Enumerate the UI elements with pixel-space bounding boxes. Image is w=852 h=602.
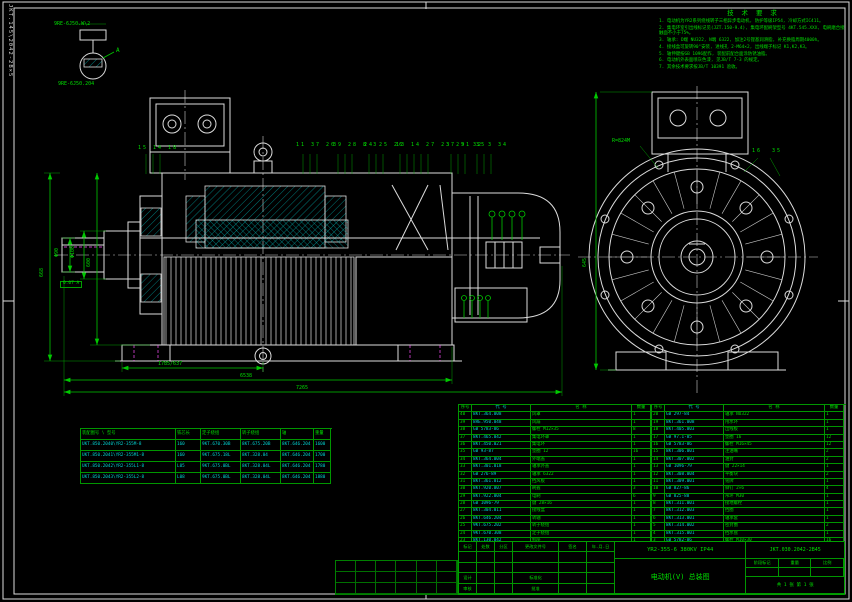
drawing-name: 电动机(V) 总装图 <box>615 559 745 594</box>
parts-row: 35 GB 93-87 垫圈 12 16 <box>459 449 652 456</box>
title-block: 标记 处数 分区 更改文件号 签名 年.月.日 设计 标准化 审核 批准 YR2… <box>458 541 845 595</box>
terminal-studs <box>462 296 491 319</box>
parts-row: 17 GB 97.1-85 垫圈 16 12 <box>652 435 846 442</box>
title-block-right: JKT.030.2042-2B45 阶段标记 重量 比例 共 1 张 第 1 张 <box>746 542 844 594</box>
parts-row: 31 8KT.361.012 挡风板 1 <box>459 479 652 486</box>
parts-row: 5 8KT.314.002 密封圈 2 <box>652 523 846 530</box>
dim-bottom-1: 1785/637 <box>158 362 182 367</box>
note-line: 1. 电动机为YR2系列绕线转子三相异步电动机, 防护等级IP54, 冷却方式I… <box>659 19 847 25</box>
parts-row: 9 GB 825-88 吊环 M30 1 <box>652 494 846 501</box>
dim-shaft-dia1: Φ90 <box>55 248 60 257</box>
balloon-group-2: 11 37 20 <box>296 143 336 148</box>
parts-table-left: 序号 代 号 名 称 数量 40 8KT.364.008 风罩 1 39 8RE… <box>458 404 652 560</box>
detail-code-top: 9RE-6J50.W\2 <box>54 22 90 27</box>
parts-row: 15 8KT.306.001 注油嘴 2 <box>652 449 846 456</box>
side-view <box>55 90 570 372</box>
detail-view <box>78 24 114 79</box>
dim-height-600: 600 <box>87 258 92 267</box>
parts-header-right: 序号 代 号 名 称 数量 <box>652 405 846 412</box>
cad-sheet: JKT.145\2042-2B×5 9RE-6J50.W\2 9RE-6J50.… <box>0 0 852 602</box>
revision-strip <box>335 560 458 595</box>
model-table: 装配图号 \ 型号 铁芯长 定子绕组 转子绕组 轴 重量 UKT.850.204… <box>80 428 332 484</box>
dim-height-668: 668 <box>40 268 45 277</box>
parts-row: 39 8RE.950.048 风扇 1 <box>459 420 652 427</box>
dim-shaft-dia2: Φ100 <box>71 246 76 258</box>
balloon-group-8: 16 35 <box>752 149 782 154</box>
parts-row: 40 8KT.364.008 风罩 1 <box>459 412 652 419</box>
parts-row: 8 8KT.311.001 接地螺栓 1 <box>652 501 846 508</box>
parts-row: 26 8KT.646.204 转轴 1 <box>459 516 652 523</box>
parts-row: 32 GB 276-89 轴承 6322 1 <box>459 472 652 479</box>
parts-row: 33 8KT.301.018 轴承外盖 1 <box>459 464 652 471</box>
parts-row: 4 8KT.315.001 挡水盘 1 <box>652 531 846 538</box>
corner-drawing-number: JKT.145\2042-2B×5 <box>7 4 13 77</box>
technical-notes: 技 术 要 求 1. 电动机为YR2系列绕线转子三相异步电动机, 防护等级IP5… <box>659 7 847 72</box>
parts-table-right: 序号 代 号 名 称 数量 20 GB 297-84 轴承 NU322 1 19… <box>651 404 846 560</box>
parts-row: 6 8KT.313.001 轴承套 1 <box>652 516 846 523</box>
dim-bottom-3: 7265 <box>296 386 308 391</box>
dim-radius-label: R=824M <box>612 139 630 144</box>
model-table-header: 装配图号 \ 型号 铁芯长 定子绕组 转子绕组 轴 重量 <box>81 429 332 440</box>
parts-row: 18 8KT.405.003 出线板 1 <box>652 427 846 434</box>
parts-row: 29 8KT.922.004 电刷 6 <box>459 494 652 501</box>
parts-row: 11 8KT.309.001 铭牌 1 <box>652 479 846 486</box>
parts-row: 30 8KT.920.007 刷握 3 <box>459 486 652 493</box>
parts-row: 12 8KT.308.004 平衡块 2 <box>652 472 846 479</box>
notes-title: 技 术 要 求 <box>659 7 847 17</box>
balloon-group-1: 15 14 18 <box>138 146 178 151</box>
parts-row: 10 GB 827-86 铆钉 2×6 4 <box>652 486 846 493</box>
notes-lines: 1. 电动机为YR2系列绕线转子三相异步电动机, 防护等级IP54, 冷却方式I… <box>659 19 847 71</box>
tolerance-frame: 0.07 A <box>60 281 82 288</box>
stage-header-row: 阶段标记 重量 比例 <box>746 559 844 568</box>
detail-code-bottom: 9RE-6J50.204 <box>58 82 94 87</box>
dim-end-height: 645 <box>583 258 588 267</box>
parts-row: 13 GB 1096-79 键 22×14 1 <box>652 464 846 471</box>
parts-row: 27 8KT.304.011 接线盒 1 <box>459 508 652 515</box>
end-view <box>578 86 818 394</box>
title-block-revision-zone: 标记 处数 分区 更改文件号 签名 年.月.日 设计 标准化 审核 批准 <box>459 542 615 594</box>
note-line: 6. 电动机外表面喷灰色漆, 见JB/T 7-3 的规定。 <box>659 58 847 64</box>
parts-row: 25 9KT.675.202 转子绕组 1 <box>459 523 652 530</box>
parts-row: 28 GB 1096-79 键 28×16 1 <box>459 501 652 508</box>
model-table-row: UKT.850.2040\YR2-355M-8 160 9KT.670.30B … <box>81 440 332 451</box>
dim-bottom-2: 6538 <box>240 374 252 379</box>
model-table-row: UKT.850.2043\YR2-355L2-8 L08 9KT.675.0BL… <box>81 473 332 484</box>
parts-row: 19 8KT.361.008 甩水环 1 <box>652 420 846 427</box>
parts-row: 14 8KT.307.002 油封 2 <box>652 457 846 464</box>
parts-row: 7 8KT.312.003 挡圈 1 <box>652 508 846 515</box>
title-block-center: YR2-355-6 380KV IP44 电动机(V) 总装图 <box>615 542 746 594</box>
parts-row: 16 GB 5783-86 螺栓 M16×45 12 <box>652 442 846 449</box>
stage-value-row <box>746 568 844 577</box>
parts-row: 20 GB 297-84 轴承 NU322 1 <box>652 412 846 419</box>
parts-row: 24 9KT.670.308 定子绕组 1 <box>459 531 652 538</box>
sheet-info: 共 1 张 第 1 张 <box>746 577 844 594</box>
note-line: 7. 其余技术要求按JB/T 10391 验收。 <box>659 65 847 71</box>
parts-row: 36 8KT.450.021 集电环 1 <box>459 442 652 449</box>
balloon-group-7: 32 3 34 <box>473 143 508 148</box>
model-line: YR2-355-6 380KV IP44 <box>615 542 745 559</box>
parts-row: 38 GB 5783-86 螺栓 M12×35 8 <box>459 427 652 434</box>
note-line: 5. 轴伸键按GB 1096配作, 装配前配合面涂防锈油脂。 <box>659 52 847 58</box>
note-line: 4. 接线盒可旋转90°安装, 进线孔 2-M64×2, 出线端子标记 K1,K… <box>659 45 847 51</box>
parts-row: 37 8KT.465.042 集电环罩 1 <box>459 435 652 442</box>
model-table-row: UKT.850.2041\YR2-355M1-8 160 9KT.675.18L… <box>81 451 332 462</box>
drawing-number: JKT.030.2042-2B45 <box>746 542 844 559</box>
note-line: 3. 轴承: D端 NU322, N端 6322, 加注2号锂基润滑脂, 补充换… <box>659 38 847 44</box>
parts-header-left: 序号 代 号 名 称 数量 <box>459 405 652 412</box>
detail-letter: A <box>116 48 121 54</box>
brush-gear <box>489 211 525 240</box>
parts-row: 34 8KT.364.004 外端盖 1 <box>459 457 652 464</box>
note-line: 2. 集电环室引出线标记见(JZT.150-9.4), 集电环配刷架型号 4KT… <box>659 26 847 37</box>
model-table-row: UKT.850.2042\YR2-355L1-8 L05 9KT.675.0BL… <box>81 462 332 473</box>
